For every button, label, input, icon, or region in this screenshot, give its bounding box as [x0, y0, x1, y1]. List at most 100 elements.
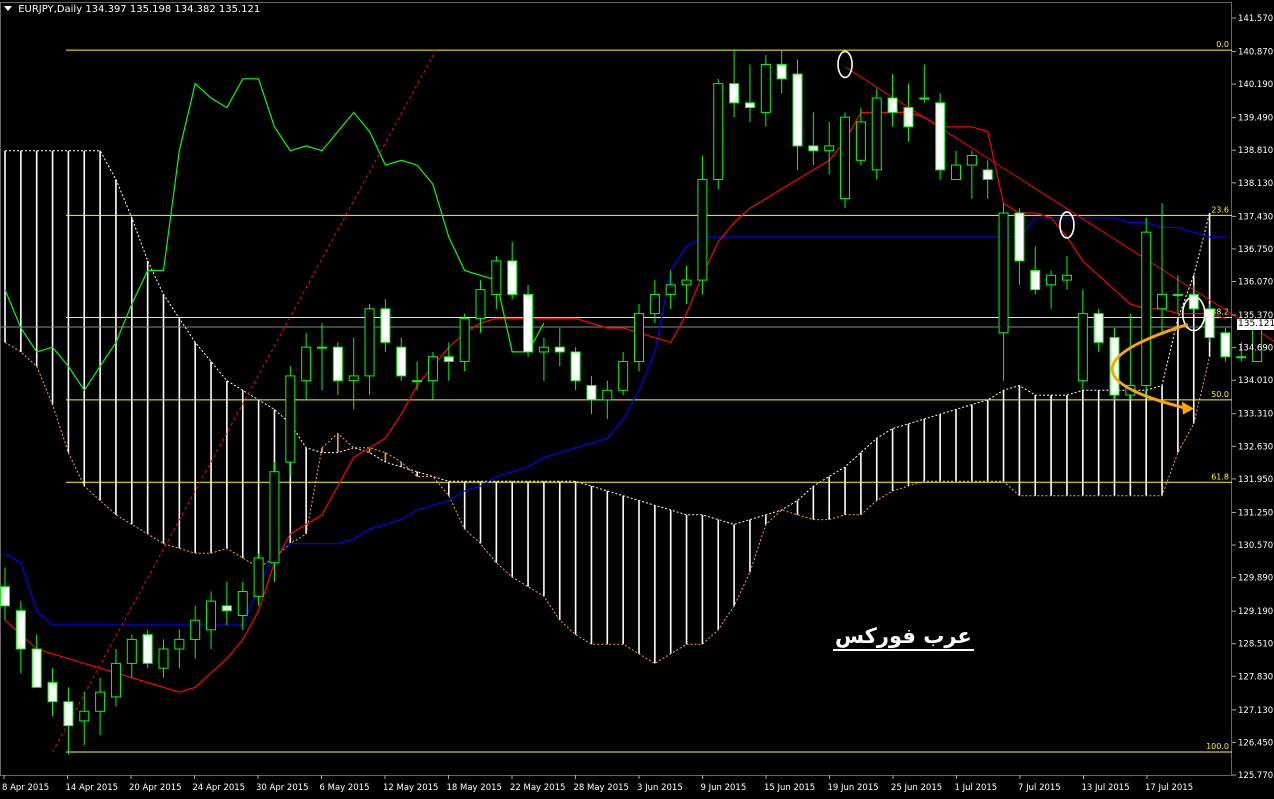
last-price-tag: 135.121 — [1237, 319, 1274, 330]
y-tick-label: 125.770 — [1238, 771, 1273, 781]
candle-body — [158, 648, 169, 669]
candle-body — [602, 389, 613, 401]
candle-body — [586, 384, 597, 401]
x-tick-label: 18 May 2015 — [447, 783, 502, 793]
candle-body — [697, 178, 708, 281]
candle-body — [855, 121, 866, 161]
y-tick-label: 137.430 — [1238, 212, 1273, 222]
x-tick-label: 3 Jun 2015 — [637, 783, 683, 793]
fibo-level-label: 0.0 — [1216, 40, 1229, 49]
y-tick-label: 140.870 — [1238, 48, 1273, 58]
candle-body — [1046, 274, 1057, 286]
x-tick-label: 15 Jun 2015 — [764, 783, 815, 793]
candle-body — [665, 284, 676, 295]
candles — [0, 50, 1263, 755]
fibo-level-label: 61.8 — [1211, 472, 1229, 481]
chart-area[interactable]: 0.0 23.6 38.2 50.0 61.8 100.0 141.570 140.870 14… — [0, 0, 1274, 795]
y-tick-label: 134.690 — [1238, 344, 1273, 354]
kijun-sen-line — [4, 217, 1226, 626]
candle-body — [301, 346, 312, 382]
candle-body — [253, 557, 264, 597]
candle-body — [47, 682, 58, 703]
x-tick-label: 1 Jul 2015 — [955, 783, 998, 793]
candle-body — [1093, 313, 1104, 343]
candle-body — [887, 97, 898, 113]
candle-body — [443, 356, 454, 363]
candle-body — [364, 308, 375, 377]
x-tick-label: 6 May 2015 — [320, 783, 370, 793]
candle-body — [269, 471, 280, 564]
watermark-logo: عرب فوركس — [833, 624, 974, 651]
x-tick-label: 25 Jun 2015 — [891, 783, 942, 793]
x-tick-label: 28 May 2015 — [574, 783, 629, 793]
candle-body — [776, 63, 787, 80]
y-tick-label: 129.190 — [1238, 607, 1273, 617]
fibo-retracement: 0.023.638.250.061.8100.0 — [66, 40, 1232, 753]
y-tick-label: 133.310 — [1238, 410, 1273, 420]
y-tick-label: 127.130 — [1238, 706, 1273, 716]
candle-body — [554, 346, 565, 353]
candle-body — [1220, 332, 1231, 358]
candle-body — [285, 375, 296, 463]
x-tick-label: 8 Apr 2015 — [2, 783, 49, 793]
candle-body — [1014, 212, 1025, 262]
candle-body — [538, 346, 549, 353]
candle-body — [206, 600, 217, 631]
dropdown-icon[interactable] — [4, 6, 12, 11]
candle-body — [332, 346, 343, 382]
candle-body — [951, 164, 961, 180]
y-axis: 141.570 140.870 140.190 139.490 138.810 138.1… — [1232, 14, 1273, 781]
x-tick-label: 19 Jun 2015 — [828, 783, 879, 793]
candle-body — [1077, 313, 1088, 382]
y-tick-label: 132.630 — [1238, 442, 1273, 452]
candle-body — [1204, 308, 1215, 339]
y-tick-label: 131.250 — [1238, 508, 1273, 518]
candle-body — [808, 145, 819, 152]
candle-body — [523, 293, 534, 353]
candle-body — [427, 356, 438, 382]
y-tick-label: 139.490 — [1238, 114, 1273, 124]
candle-body — [380, 308, 391, 343]
plot-frame — [0, 2, 1232, 776]
price-chart[interactable]: 0.023.638.250.061.8100.0141.570140.87014… — [0, 0, 1274, 795]
candle-body — [221, 605, 232, 612]
y-tick-label: 136.750 — [1238, 245, 1273, 255]
x-tick-label: 30 Apr 2015 — [256, 783, 309, 793]
candle-body — [840, 116, 851, 200]
annotation-arrowhead — [1181, 401, 1194, 415]
candle-body — [126, 638, 137, 664]
y-tick-label: 129.890 — [1238, 574, 1273, 584]
y-tick-label: 141.570 — [1238, 14, 1273, 24]
candle-body — [142, 634, 153, 664]
candle-body — [475, 289, 486, 319]
ohlc-values: 134.397 135.198 134.382 135.121 — [85, 4, 261, 15]
candle-body — [634, 313, 644, 363]
fibo-level-label: 23.6 — [1211, 205, 1229, 214]
y-tick-label: 138.810 — [1238, 146, 1273, 156]
candle-body — [348, 375, 359, 382]
y-tick-label: 140.190 — [1238, 80, 1273, 90]
candle-body — [982, 169, 993, 180]
candle-body — [396, 346, 407, 377]
candle-body — [174, 638, 185, 650]
candle-body — [713, 83, 724, 180]
candle-body — [744, 102, 755, 109]
candle-body — [1236, 356, 1247, 359]
candle-body — [459, 317, 470, 363]
x-tick-label: 20 Apr 2015 — [129, 783, 182, 793]
x-tick-label: 7 Jul 2015 — [1018, 783, 1061, 793]
candle-body — [507, 260, 518, 295]
candle-body — [95, 691, 106, 712]
candle-body — [1061, 274, 1072, 281]
y-tick-label: 130.570 — [1238, 541, 1273, 551]
symbol-label: EURJPY,Daily — [18, 4, 83, 15]
candle-body — [412, 380, 423, 383]
candle-body — [190, 619, 201, 640]
y-tick-label: 126.450 — [1238, 738, 1273, 748]
y-tick-label: 127.830 — [1238, 672, 1273, 682]
candle-body — [1141, 231, 1152, 386]
y-tick-label: 134.010 — [1238, 376, 1273, 386]
candle-body — [110, 662, 121, 698]
candle-body — [31, 648, 42, 688]
candle-body — [649, 293, 660, 315]
